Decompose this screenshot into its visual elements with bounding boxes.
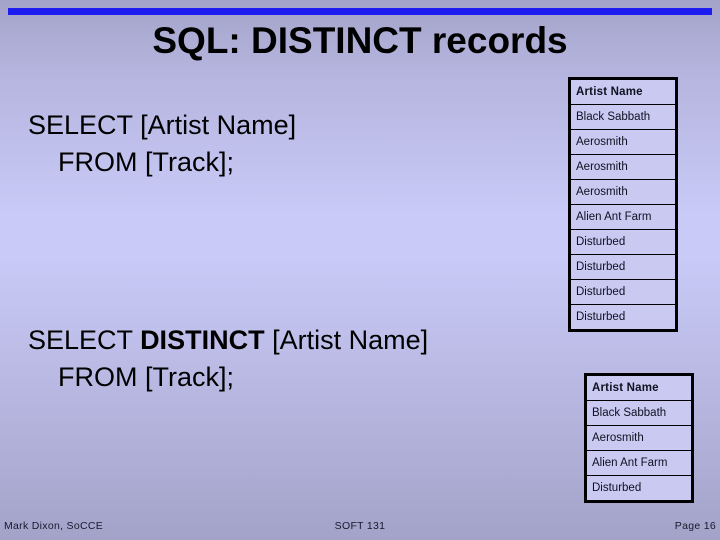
cell-artist-name: Black Sabbath (585, 400, 693, 426)
slide-canvas: SQL: DISTINCT records SELECT [Artist Nam… (0, 0, 720, 540)
cell-artist-name: Aerosmith (585, 425, 693, 451)
result-table-distinct-records-body: Artist Name Black Sabbath Aerosmith Alie… (585, 374, 693, 502)
table-row: Aerosmith (569, 154, 677, 180)
cell-artist-name: Aerosmith (569, 154, 677, 180)
table-row: Disturbed (569, 304, 677, 331)
sql-keyword-select: SELECT (28, 325, 141, 355)
sql-keyword-distinct: DISTINCT (140, 325, 265, 355)
table-row: Disturbed (569, 279, 677, 305)
result-table-all-records: Artist Name Black Sabbath Aerosmith Aero… (568, 77, 678, 332)
title-accent-rule (8, 8, 712, 15)
cell-artist-name: Disturbed (569, 229, 677, 255)
sql-line-2: FROM [Track]; (58, 147, 234, 177)
cell-artist-name: Disturbed (569, 279, 677, 305)
cell-artist-name: Alien Ant Farm (569, 204, 677, 230)
footer-page-number: Page 16 (674, 520, 716, 532)
sql-field-reference: [Artist Name] (264, 325, 429, 355)
table-row: Aerosmith (585, 425, 693, 451)
cell-artist-name: Black Sabbath (569, 104, 677, 130)
table-row: Alien Ant Farm (569, 204, 677, 230)
cell-artist-name: Disturbed (585, 475, 693, 502)
sql-line-2: FROM [Track]; (58, 362, 234, 392)
table-row: Disturbed (569, 229, 677, 255)
table-row: Disturbed (585, 475, 693, 502)
table-header-row: Artist Name (569, 78, 677, 105)
sql-line-1: SELECT DISTINCT [Artist Name] (28, 322, 428, 359)
result-table-all-records-body: Artist Name Black Sabbath Aerosmith Aero… (569, 78, 677, 331)
table-row: Alien Ant Farm (585, 450, 693, 476)
table-row: Disturbed (569, 254, 677, 280)
column-header-artist-name: Artist Name (585, 374, 693, 401)
result-table-distinct-records: Artist Name Black Sabbath Aerosmith Alie… (584, 373, 694, 503)
cell-artist-name: Aerosmith (569, 179, 677, 205)
table-row: Aerosmith (569, 179, 677, 205)
table-row: Aerosmith (569, 129, 677, 155)
table-header-row: Artist Name (585, 374, 693, 401)
cell-artist-name: Aerosmith (569, 129, 677, 155)
sql-field-reference: [Artist Name] (140, 110, 297, 140)
sql-code-block-plain-select: SELECT [Artist Name] FROM [Track]; (28, 107, 296, 181)
sql-code-block-distinct-select: SELECT DISTINCT [Artist Name] FROM [Trac… (28, 322, 428, 396)
cell-artist-name: Alien Ant Farm (585, 450, 693, 476)
sql-keyword-select: SELECT (28, 110, 141, 140)
cell-artist-name: Disturbed (569, 254, 677, 280)
table-row: Black Sabbath (585, 400, 693, 426)
cell-artist-name: Disturbed (569, 304, 677, 331)
column-header-artist-name: Artist Name (569, 78, 677, 105)
table-row: Black Sabbath (569, 104, 677, 130)
sql-line-1: SELECT [Artist Name] (28, 107, 296, 144)
page-title: SQL: DISTINCT records (152, 20, 568, 61)
